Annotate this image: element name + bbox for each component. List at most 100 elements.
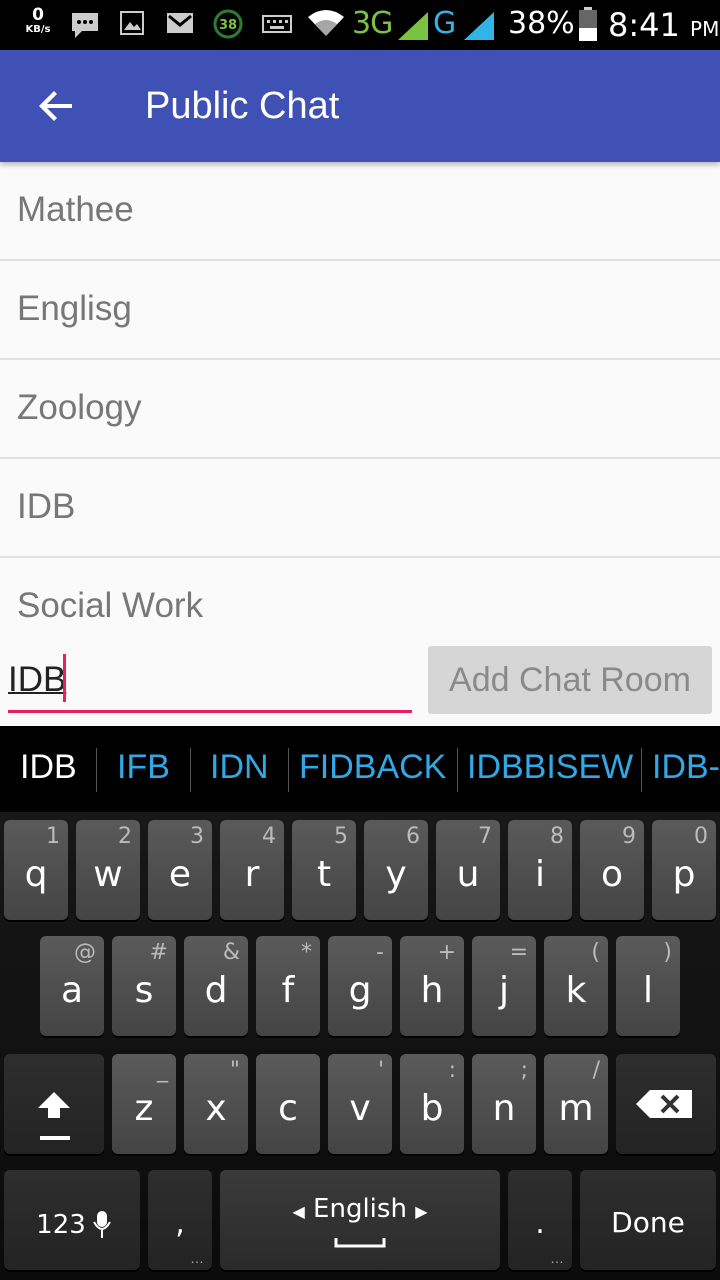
key-label: u bbox=[456, 854, 480, 895]
key-f[interactable]: f * bbox=[256, 936, 320, 1036]
microphone-icon bbox=[93, 1211, 111, 1238]
suggestion[interactable]: IDBBISEW bbox=[467, 748, 633, 787]
key-h[interactable]: h + bbox=[400, 936, 464, 1036]
language-prev-icon: ◀ bbox=[292, 1202, 305, 1221]
key-hint: ) bbox=[663, 940, 672, 965]
key-hint: : bbox=[448, 1058, 456, 1083]
key-a[interactable]: a @ bbox=[40, 936, 104, 1036]
space-key[interactable]: ◀ English ▶ bbox=[220, 1170, 500, 1270]
key-b[interactable]: b: bbox=[400, 1054, 464, 1154]
chat-room-item[interactable]: Zoology bbox=[0, 360, 720, 459]
suggestion-divider bbox=[288, 748, 289, 792]
key-k[interactable]: k( bbox=[544, 936, 608, 1036]
suggestion[interactable]: FIDBACK bbox=[299, 748, 446, 787]
suggestion[interactable]: IDN bbox=[210, 748, 269, 787]
network-3g: 3G bbox=[352, 6, 393, 41]
shift-key[interactable] bbox=[4, 1054, 104, 1154]
key-hint: 2 bbox=[118, 824, 132, 849]
key-hint: @ bbox=[74, 940, 96, 965]
key-j[interactable]: j = bbox=[472, 936, 536, 1036]
done-key[interactable]: Done bbox=[580, 1170, 716, 1270]
key-l[interactable]: l) bbox=[616, 936, 680, 1036]
key-label: h bbox=[420, 970, 444, 1011]
chat-room-name: Englisg bbox=[17, 289, 132, 328]
key-hint: 1 bbox=[46, 824, 60, 849]
key-label: g bbox=[348, 970, 372, 1011]
key-q[interactable]: q1 bbox=[4, 820, 68, 920]
suggestion[interactable]: IDB- bbox=[652, 748, 720, 787]
key-m[interactable]: m / bbox=[544, 1054, 608, 1154]
key-i[interactable]: i8 bbox=[508, 820, 572, 920]
add-chat-room-button[interactable]: Add Chat Room bbox=[428, 646, 712, 714]
chat-room-name-input-value: IDB bbox=[8, 660, 67, 699]
key-hint: 4 bbox=[262, 824, 276, 849]
soft-keyboard: IDB IFB IDN FIDBACK IDBBISEW IDB- q1w2e3… bbox=[0, 726, 720, 1280]
key-g[interactable]: g- bbox=[328, 936, 392, 1036]
suggestion-divider bbox=[457, 748, 458, 792]
chat-notification-icon bbox=[72, 13, 98, 38]
backspace-icon bbox=[636, 1090, 692, 1118]
key-x[interactable]: x " bbox=[184, 1054, 248, 1154]
key-hint: 0 bbox=[694, 824, 708, 849]
key-z[interactable]: z _ bbox=[112, 1054, 176, 1154]
key-label: t bbox=[316, 854, 332, 895]
key-label: z bbox=[134, 1088, 154, 1129]
key-o[interactable]: o9 bbox=[580, 820, 644, 920]
key-hint: ; bbox=[520, 1058, 528, 1083]
network-speed: 0 KB/s bbox=[18, 6, 58, 36]
more-icon: … bbox=[190, 1250, 204, 1266]
signal-g-icon bbox=[464, 12, 494, 40]
key-t[interactable]: t5 bbox=[292, 820, 356, 920]
back-arrow-icon[interactable] bbox=[32, 82, 80, 130]
done-key-label: Done bbox=[611, 1206, 685, 1239]
key-r[interactable]: r4 bbox=[220, 820, 284, 920]
status-bar: 0 KB/s 38 3G G 38% 8:41 PM bbox=[0, 0, 720, 50]
key-w[interactable]: w2 bbox=[76, 820, 140, 920]
backspace-key[interactable] bbox=[616, 1054, 716, 1154]
key-u[interactable]: u7 bbox=[436, 820, 500, 920]
key-hint: & bbox=[222, 940, 240, 965]
chat-room-item[interactable]: IDB bbox=[0, 459, 720, 558]
chat-room-item[interactable]: Mathee bbox=[0, 162, 720, 261]
key-s[interactable]: s # bbox=[112, 936, 176, 1036]
battery-icon bbox=[579, 7, 597, 41]
key-label: n bbox=[492, 1088, 516, 1129]
chat-room-name-input[interactable]: IDB bbox=[8, 650, 412, 713]
symbols-key-label: 123 bbox=[36, 1210, 86, 1240]
period-key[interactable]: . … bbox=[508, 1170, 572, 1270]
key-v[interactable]: v ' bbox=[328, 1054, 392, 1154]
key-n[interactable]: n; bbox=[472, 1054, 536, 1154]
key-hint: " bbox=[229, 1058, 240, 1083]
key-label: e bbox=[168, 854, 192, 895]
key-label: b bbox=[420, 1088, 444, 1129]
key-p[interactable]: p0 bbox=[652, 820, 716, 920]
chat-room-name: Mathee bbox=[17, 190, 134, 229]
comma-key[interactable]: , … bbox=[148, 1170, 212, 1270]
chat-room-name: Social Work bbox=[17, 586, 204, 625]
chat-room-item[interactable]: Social Work bbox=[0, 558, 720, 655]
key-label: r bbox=[244, 854, 260, 895]
key-hint: ( bbox=[591, 940, 600, 965]
symbols-key[interactable]: 123 bbox=[4, 1170, 140, 1270]
chat-room-item[interactable]: Englisg bbox=[0, 261, 720, 360]
key-hint: / bbox=[592, 1058, 600, 1083]
chat-room-list: Mathee Englisg Zoology IDB Social Work bbox=[0, 162, 720, 655]
key-label: c bbox=[278, 1088, 298, 1129]
suggestion[interactable]: IDB bbox=[20, 748, 77, 787]
key-hint: 8 bbox=[550, 824, 564, 849]
key-label: y bbox=[385, 854, 407, 895]
key-y[interactable]: y6 bbox=[364, 820, 428, 920]
key-label: p bbox=[672, 854, 696, 895]
suggestion[interactable]: IFB bbox=[117, 748, 170, 787]
key-e[interactable]: e3 bbox=[148, 820, 212, 920]
key-label: x bbox=[205, 1088, 227, 1129]
key-d[interactable]: d & bbox=[184, 936, 248, 1036]
network-speed-unit: KB/s bbox=[25, 24, 51, 35]
network-g: G bbox=[433, 6, 457, 41]
language-name: English bbox=[313, 1194, 407, 1224]
key-c[interactable]: c bbox=[256, 1054, 320, 1154]
key-label: s bbox=[134, 970, 154, 1011]
text-cursor bbox=[63, 654, 66, 702]
battery-percent: 38% bbox=[508, 6, 575, 41]
image-notification-icon bbox=[120, 11, 144, 35]
